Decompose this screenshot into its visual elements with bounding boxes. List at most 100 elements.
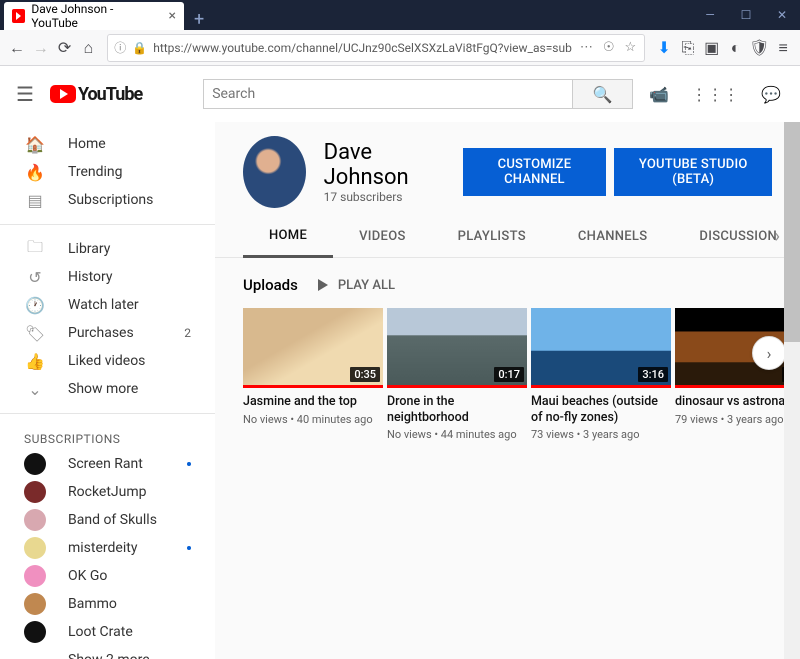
search-input[interactable] — [204, 80, 572, 108]
sidebar-item-purchases[interactable]: 🏷Purchases2 — [0, 319, 215, 347]
video-thumbnail: 0:35 — [243, 308, 383, 388]
channel-avatar-icon — [24, 509, 46, 531]
channel-tab-videos[interactable]: VIDEOS — [333, 217, 432, 256]
video-duration: 0:35 — [350, 367, 380, 382]
subscription-label: OK Go — [68, 568, 107, 584]
reload-button[interactable]: ⟳ — [54, 34, 76, 62]
sidebar: 🏠Home 🔥Trending ▤Subscriptions 🗀Library … — [0, 122, 215, 659]
video-duration: 3:16 — [638, 367, 668, 382]
url-text: https://www.youtube.com/channel/UCJnz90c… — [153, 41, 572, 55]
subscription-label: misterdeity — [68, 540, 137, 556]
youtube-play-icon — [50, 85, 76, 103]
channel-tab-home[interactable]: HOME — [243, 216, 333, 258]
channel-header: Dave Johnson 17 subscribers CUSTOMIZE CH… — [215, 122, 800, 208]
tab-title: Dave Johnson - YouTube — [31, 2, 156, 30]
sidebar-subscription-item[interactable]: OK Go — [0, 562, 215, 590]
info-icon[interactable]: ⓘ — [114, 39, 126, 56]
tab-close-icon[interactable]: × — [169, 8, 176, 24]
create-video-icon[interactable]: 📹 — [649, 85, 669, 104]
home-button[interactable]: ⌂ — [77, 34, 99, 62]
sidebar-item-watch-later[interactable]: 🕐Watch later — [0, 291, 215, 319]
sidebar-item-liked[interactable]: 👍Liked videos — [0, 347, 215, 375]
apps-icon[interactable]: ⋮⋮⋮ — [691, 85, 739, 104]
video-meta: No views • 44 minutes ago — [387, 428, 527, 441]
videos-scroll-right-button[interactable]: › — [752, 336, 786, 370]
sidebar-subscription-item[interactable]: RocketJump — [0, 478, 215, 506]
hamburger-menu-button[interactable]: ≡ — [772, 34, 794, 62]
extension-icon[interactable]: ◐ — [725, 34, 747, 62]
channel-avatar-icon — [24, 481, 46, 503]
video-thumbnail: 3:16 — [531, 308, 671, 388]
search-button[interactable]: 🔍 — [572, 80, 632, 108]
purchases-count: 2 — [184, 326, 191, 340]
downloads-button[interactable]: ⬇ — [653, 34, 675, 62]
sidebar-subscription-item[interactable]: Screen Rant — [0, 450, 215, 478]
back-button[interactable]: ← — [6, 34, 28, 62]
video-duration: 0:17 — [494, 367, 524, 382]
sidebar-label: Show 2 more — [68, 652, 150, 659]
sidebar-subscription-item[interactable]: Band of Skulls — [0, 506, 215, 534]
play-all-button[interactable]: PLAY ALL — [318, 278, 395, 293]
browser-tab[interactable]: Dave Johnson - YouTube × — [4, 2, 184, 30]
tabs-scroll-right-icon[interactable]: › — [775, 226, 780, 247]
youtube-studio-button[interactable]: YOUTUBE STUDIO (BETA) — [614, 148, 772, 196]
video-title: Maui beaches (outside of no-fly zones) — [531, 394, 671, 425]
sidebar-label: History — [68, 269, 113, 285]
lock-icon: 🔒 — [132, 41, 147, 55]
sidebar-subscription-item[interactable]: misterdeity — [0, 534, 215, 562]
sidebar-subscription-item[interactable]: Loot Crate — [0, 618, 215, 646]
minimize-button[interactable]: — — [692, 0, 728, 30]
video-card[interactable]: 0:17Drone in the neightborhoodNo views •… — [387, 308, 527, 441]
subscriptions-header: SUBSCRIPTIONS — [0, 424, 215, 450]
content-scrollbar[interactable] — [784, 122, 800, 659]
subscription-label: RocketJump — [68, 484, 146, 500]
sidebar-item-trending[interactable]: 🔥Trending — [0, 158, 215, 186]
url-bar[interactable]: ⓘ 🔒 https://www.youtube.com/channel/UCJn… — [107, 34, 645, 62]
channel-avatar-icon — [24, 537, 46, 559]
video-meta: 73 views • 3 years ago — [531, 428, 671, 441]
subscriber-count: 17 subscribers — [324, 190, 445, 204]
customize-channel-button[interactable]: CUSTOMIZE CHANNEL — [463, 148, 607, 196]
sidebar-item-library[interactable]: 🗀Library — [0, 235, 215, 263]
channel-tab-playlists[interactable]: PLAYLISTS — [432, 217, 552, 256]
sidebar-show-more[interactable]: ⌄Show more — [0, 375, 215, 403]
sidebar-label: Library — [68, 241, 110, 257]
bookmark-icon[interactable]: ☆ — [622, 40, 638, 55]
video-card[interactable]: 3:16 Maui beaches (outside of no-fly zone… — [531, 308, 671, 441]
sidebar-item-home[interactable]: 🏠Home — [0, 130, 215, 158]
channel-tab-discussion[interactable]: DISCUSSION — [673, 217, 800, 256]
reader-icon[interactable]: ☉ — [601, 40, 617, 55]
sidebar-show-more-subs[interactable]: ⌄Show 2 more — [0, 646, 215, 659]
new-content-dot-icon — [187, 462, 191, 466]
sidebar-button[interactable]: ▣ — [701, 34, 723, 62]
youtube-logo-text: YouTube — [78, 84, 142, 105]
play-all-label: PLAY ALL — [338, 278, 395, 293]
window-controls: — ☐ ✕ — [692, 0, 800, 30]
channel-avatar[interactable] — [243, 136, 306, 208]
youtube-favicon-icon — [12, 9, 25, 23]
youtube-logo[interactable]: YouTube — [50, 84, 142, 105]
uploads-heading: Uploads — [243, 276, 298, 294]
video-card[interactable]: 0:16dinosaur vs astronaut79 views • 3 ye… — [675, 308, 800, 441]
channel-tab-channels[interactable]: CHANNELS — [552, 217, 674, 256]
messages-icon[interactable]: 💬 — [761, 85, 781, 104]
purchases-icon: 🏷 — [24, 324, 46, 343]
sidebar-subscription-item[interactable]: Bammo — [0, 590, 215, 618]
sidebar-item-history[interactable]: ↺History — [0, 263, 215, 291]
close-window-button[interactable]: ✕ — [764, 0, 800, 30]
library-button[interactable]: ⎘ — [677, 34, 699, 62]
forward-button[interactable]: → — [30, 34, 52, 62]
subscription-label: Screen Rant — [68, 456, 143, 472]
page-actions-icon[interactable]: ⋯ — [578, 40, 595, 55]
new-tab-button[interactable]: + — [184, 9, 214, 30]
maximize-button[interactable]: ☐ — [728, 0, 764, 30]
channel-name: Dave Johnson — [324, 140, 445, 190]
video-meta: No views • 40 minutes ago — [243, 413, 383, 426]
video-card[interactable]: 0:35Jasmine and the topNo views • 40 min… — [243, 308, 383, 441]
subscription-label: Bammo — [68, 596, 117, 612]
chevron-down-icon: ⌄ — [24, 380, 46, 399]
guide-menu-button[interactable]: ☰ — [16, 82, 34, 106]
subscription-label: Band of Skulls — [68, 512, 157, 528]
sidebar-item-subscriptions[interactable]: ▤Subscriptions — [0, 186, 215, 214]
shield-icon[interactable]: 🛡 — [748, 34, 770, 62]
